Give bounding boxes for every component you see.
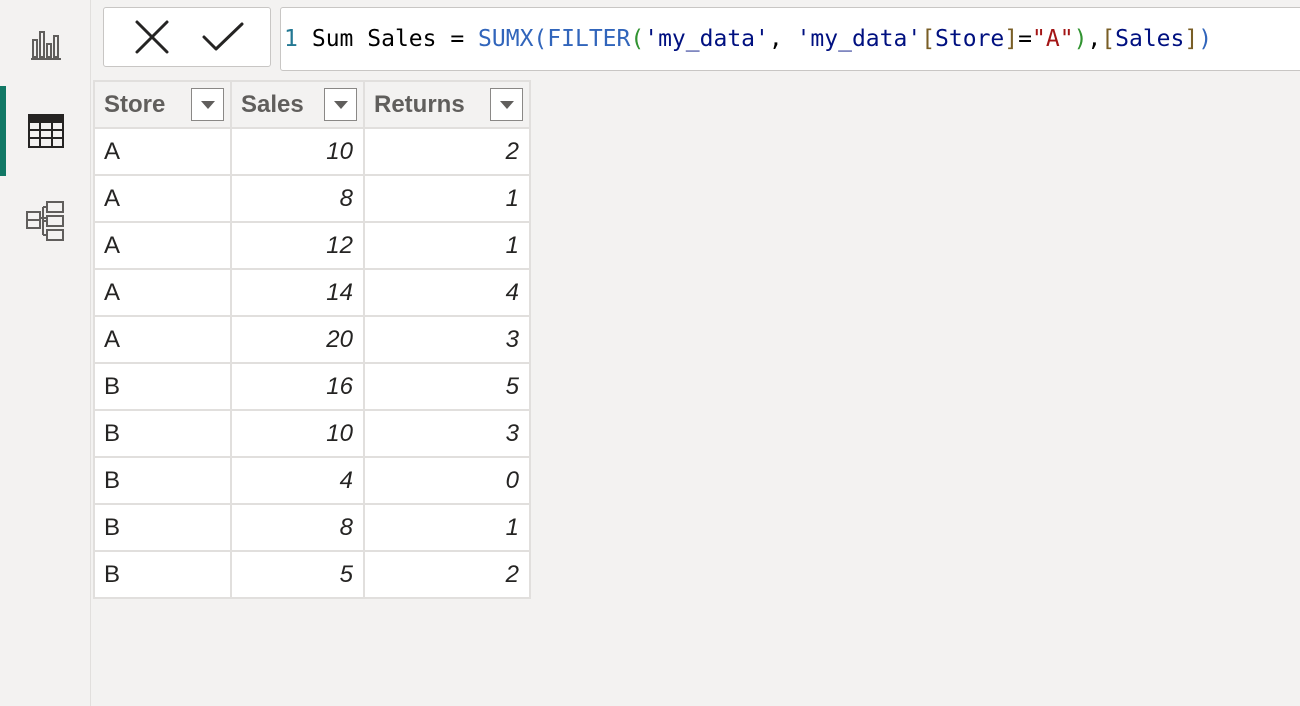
- formula-token-plain: ,: [1087, 26, 1102, 52]
- formula-token-col: Sales: [1115, 26, 1185, 52]
- model-view-button[interactable]: [0, 176, 91, 266]
- table-row: A 8 1: [93, 174, 531, 223]
- cell-returns[interactable]: 3: [363, 315, 531, 364]
- cell-returns[interactable]: 4: [363, 268, 531, 317]
- table-row: A 14 4: [93, 268, 531, 317]
- formula-token-str: "A": [1032, 26, 1074, 52]
- table-row: B 10 3: [93, 409, 531, 458]
- column-header-label: Store: [104, 90, 166, 118]
- formula-token-table: 'my_data': [796, 26, 922, 52]
- cancel-formula-button[interactable]: [126, 11, 178, 63]
- formula-token-plain: Sum Sales =: [311, 26, 479, 52]
- formula-token-col: Store: [935, 26, 1005, 52]
- column-header-store[interactable]: Store: [93, 80, 232, 129]
- cell-sales[interactable]: 16: [230, 362, 365, 411]
- formula-token-paren1: (: [630, 26, 645, 52]
- cell-returns[interactable]: 0: [363, 456, 531, 505]
- cell-store[interactable]: B: [93, 362, 232, 411]
- formula-token-bracket: ]: [1184, 26, 1199, 52]
- chevron-down-icon: [200, 100, 215, 109]
- formula-text: Sum Sales = SUMX(FILTER('my_data', 'my_d…: [312, 26, 1212, 52]
- cell-store[interactable]: B: [93, 503, 232, 552]
- cell-store[interactable]: A: [93, 268, 232, 317]
- cell-store[interactable]: A: [93, 221, 232, 270]
- formula-token-func: FILTER: [547, 26, 631, 52]
- formula-token-paren2: (: [533, 26, 548, 52]
- cell-sales[interactable]: 8: [230, 174, 365, 223]
- cell-store[interactable]: B: [93, 550, 232, 599]
- line-number: 1: [284, 26, 298, 52]
- formula-token-bracket: [: [921, 26, 936, 52]
- table-row: B 16 5: [93, 362, 531, 411]
- table-grid-icon: [27, 114, 64, 148]
- formula-token-paren2: ): [1198, 26, 1213, 52]
- cell-sales[interactable]: 10: [230, 127, 365, 176]
- cell-sales[interactable]: 8: [230, 503, 365, 552]
- formula-token-table: 'my_data': [644, 26, 769, 52]
- chevron-down-icon: [333, 100, 348, 109]
- table-row: A 12 1: [93, 221, 531, 270]
- cell-returns[interactable]: 2: [363, 550, 531, 599]
- filter-dropdown-button[interactable]: [324, 88, 357, 121]
- table-row: B 4 0: [93, 456, 531, 505]
- table-row: A 10 2: [93, 127, 531, 176]
- cell-sales[interactable]: 4: [230, 456, 365, 505]
- column-header-sales[interactable]: Sales: [230, 80, 365, 129]
- table-view-button[interactable]: [0, 86, 91, 176]
- filter-dropdown-button[interactable]: [191, 88, 224, 121]
- table-row: B 8 1: [93, 503, 531, 552]
- cell-sales[interactable]: 12: [230, 221, 365, 270]
- header-row: Store Sales Returns: [93, 80, 531, 129]
- cell-returns[interactable]: 1: [363, 174, 531, 223]
- cell-store[interactable]: A: [93, 174, 232, 223]
- table-row: B 5 2: [93, 550, 531, 599]
- cell-store[interactable]: B: [93, 409, 232, 458]
- cell-sales[interactable]: 5: [230, 550, 365, 599]
- bar-chart-icon: [30, 31, 61, 60]
- chevron-down-icon: [499, 100, 514, 109]
- data-grid: Store Sales Returns A 10 2 A 8 1 A 12 1 …: [93, 80, 531, 599]
- cell-returns[interactable]: 2: [363, 127, 531, 176]
- column-header-label: Sales: [241, 90, 304, 118]
- cell-returns[interactable]: 3: [363, 409, 531, 458]
- cell-sales[interactable]: 10: [230, 409, 365, 458]
- formula-token-paren1: ): [1073, 26, 1088, 52]
- formula-token-plain: =: [1018, 26, 1033, 52]
- filter-dropdown-button[interactable]: [490, 88, 523, 121]
- formula-actions: [103, 7, 271, 67]
- cell-sales[interactable]: 14: [230, 268, 365, 317]
- view-switcher-rail: [0, 0, 91, 706]
- cell-store[interactable]: A: [93, 127, 232, 176]
- cell-returns[interactable]: 5: [363, 362, 531, 411]
- cell-returns[interactable]: 1: [363, 503, 531, 552]
- column-header-label: Returns: [374, 90, 465, 118]
- table-row: A 20 3: [93, 315, 531, 364]
- formula-token-bracket: ]: [1004, 26, 1019, 52]
- column-header-returns[interactable]: Returns: [363, 80, 531, 129]
- formula-token-plain: ,: [768, 26, 797, 52]
- report-view-button[interactable]: [0, 0, 91, 90]
- checkmark-icon: [202, 22, 243, 51]
- cell-returns[interactable]: 1: [363, 221, 531, 270]
- formula-bar[interactable]: 1 Sum Sales = SUMX(FILTER('my_data', 'my_…: [280, 7, 1300, 71]
- cell-store[interactable]: B: [93, 456, 232, 505]
- close-icon: [135, 20, 168, 54]
- formula-token-bracket: [: [1101, 26, 1116, 52]
- cell-sales[interactable]: 20: [230, 315, 365, 364]
- formula-token-func: SUMX: [478, 26, 534, 52]
- cell-store[interactable]: A: [93, 315, 232, 364]
- commit-formula-button[interactable]: [197, 11, 249, 63]
- model-diagram-icon: [25, 201, 64, 241]
